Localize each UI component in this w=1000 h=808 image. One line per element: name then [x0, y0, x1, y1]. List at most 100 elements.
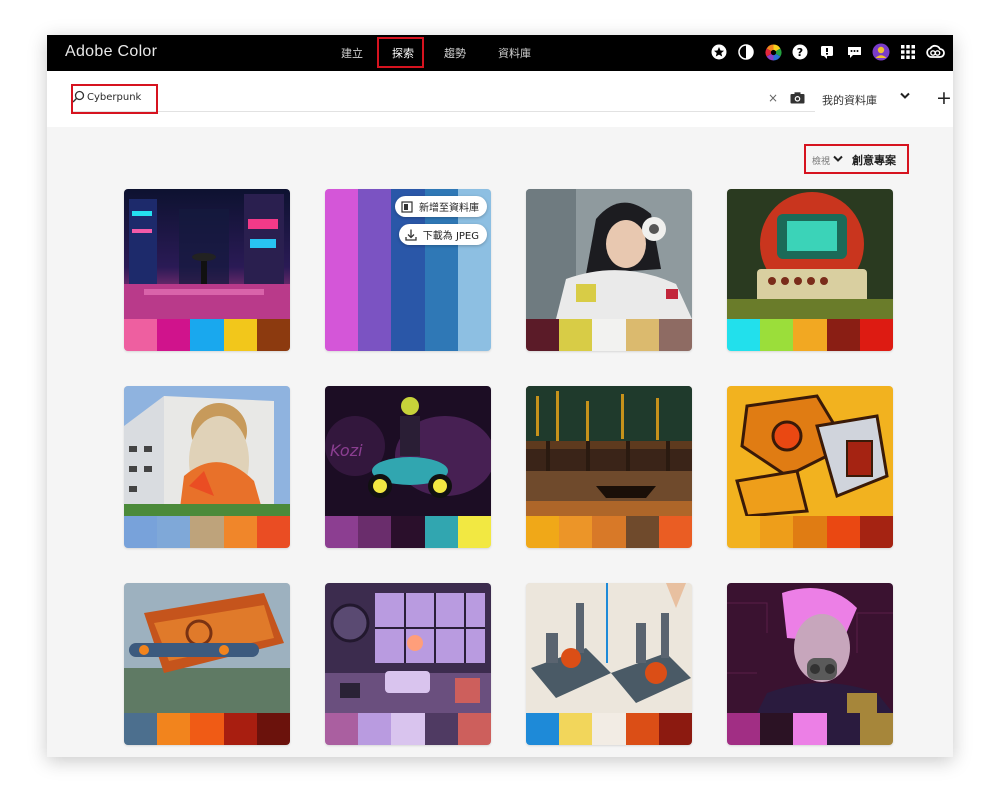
theme-card[interactable] [727, 189, 893, 351]
color-swatch-2[interactable] [760, 713, 794, 745]
color-swatch-5[interactable] [256, 713, 290, 745]
theme-card-hovered[interactable]: 新增至資料庫 下載為 JPEG [325, 189, 491, 351]
color-swatch-4[interactable] [625, 713, 659, 745]
color-swatch-3[interactable] [190, 516, 224, 548]
theme-image [124, 189, 290, 319]
chevron-down-icon[interactable] [900, 92, 910, 100]
color-swatch-2[interactable] [559, 319, 593, 351]
nav-tab-create[interactable]: 建立 [341, 45, 363, 61]
color-swatch-5[interactable] [859, 516, 893, 548]
color-swatch-4[interactable] [625, 516, 659, 548]
color-swatch-5[interactable] [859, 319, 893, 351]
nav-tab-libraries[interactable]: 資料庫 [498, 45, 531, 61]
color-swatch-2[interactable] [760, 516, 794, 548]
color-swatch-3[interactable] [793, 713, 827, 745]
color-swatch-1[interactable] [124, 516, 158, 548]
download-jpeg-button[interactable]: 下載為 JPEG [398, 224, 487, 245]
theme-card[interactable] [526, 386, 692, 548]
color-swatch-2[interactable] [559, 516, 593, 548]
sort-highlight [804, 144, 909, 174]
theme-image [325, 583, 491, 713]
color-swatch-3[interactable] [592, 713, 626, 745]
theme-card[interactable] [727, 583, 893, 745]
search-input[interactable]: Cyberpunk [72, 85, 815, 112]
color-swatch-4[interactable] [424, 516, 458, 548]
color-swatch-4[interactable] [826, 713, 860, 745]
color-swatch-5[interactable] [457, 516, 491, 548]
top-navigation-bar: Adobe Color 建立 探索 趨勢 資料庫 ? [47, 35, 953, 71]
app-grid-icon[interactable] [898, 42, 918, 62]
color-swatch-1[interactable] [325, 516, 359, 548]
color-swatch-1[interactable] [526, 713, 560, 745]
creative-cloud-icon[interactable] [925, 42, 945, 62]
color-swatch-3[interactable] [190, 713, 224, 745]
color-swatch-1[interactable] [526, 516, 560, 548]
color-swatch-3[interactable] [190, 319, 224, 351]
clear-search-button[interactable]: × [768, 91, 778, 105]
theme-card[interactable] [727, 386, 893, 548]
color-swatch-4[interactable] [826, 516, 860, 548]
theme-image [526, 189, 692, 319]
color-swatch-4[interactable] [625, 319, 659, 351]
color-swatch-2[interactable] [358, 516, 392, 548]
color-swatch-2[interactable] [358, 189, 392, 351]
theme-image [124, 583, 290, 713]
color-swatch-3[interactable] [793, 319, 827, 351]
color-swatch-1[interactable] [325, 713, 359, 745]
color-swatch-2[interactable] [157, 713, 191, 745]
add-button[interactable]: + [936, 87, 952, 109]
color-swatch-2[interactable] [760, 319, 794, 351]
color-swatch-5[interactable] [658, 713, 692, 745]
color-swatch-3[interactable] [793, 516, 827, 548]
theme-card[interactable] [325, 583, 491, 745]
color-swatch-3[interactable] [391, 516, 425, 548]
color-swatch-1[interactable] [526, 319, 560, 351]
color-swatch-5[interactable] [859, 713, 893, 745]
color-swatch-3[interactable] [391, 713, 425, 745]
color-swatch-4[interactable] [223, 319, 257, 351]
help-icon[interactable]: ? [790, 42, 810, 62]
contrast-icon[interactable] [736, 42, 756, 62]
theme-card[interactable] [124, 386, 290, 548]
color-swatch-5[interactable] [256, 516, 290, 548]
alert-icon[interactable] [817, 42, 837, 62]
color-wheel-icon[interactable] [763, 42, 783, 62]
nav-tab-trends[interactable]: 趨勢 [444, 45, 466, 61]
theme-card[interactable] [526, 583, 692, 745]
theme-card[interactable] [124, 189, 290, 351]
color-swatch-1[interactable] [727, 516, 761, 548]
color-swatch-5[interactable] [658, 516, 692, 548]
color-swatch-4[interactable] [826, 319, 860, 351]
camera-icon[interactable] [790, 92, 805, 104]
color-swatch-1[interactable] [124, 713, 158, 745]
color-swatch-2[interactable] [559, 713, 593, 745]
color-swatch-2[interactable] [157, 319, 191, 351]
color-swatch-2[interactable] [358, 713, 392, 745]
color-swatch-2[interactable] [157, 516, 191, 548]
chat-icon[interactable] [844, 42, 864, 62]
app-brand[interactable]: Adobe Color [65, 43, 157, 61]
star-circle-icon[interactable] [709, 42, 729, 62]
library-add-icon [401, 200, 413, 213]
color-swatch-1[interactable] [124, 319, 158, 351]
library-selector[interactable]: 我的資料庫 [822, 92, 877, 108]
svg-text:?: ? [797, 46, 803, 59]
color-swatch-5[interactable] [658, 319, 692, 351]
color-swatch-1[interactable] [727, 319, 761, 351]
color-swatch-4[interactable] [424, 713, 458, 745]
palette-swatches [727, 516, 893, 548]
theme-card[interactable]: Kozi [325, 386, 491, 548]
theme-card[interactable] [124, 583, 290, 745]
theme-card[interactable] [526, 189, 692, 351]
add-to-library-button[interactable]: 新增至資料庫 [395, 196, 487, 217]
color-swatch-4[interactable] [223, 516, 257, 548]
color-swatch-1[interactable] [325, 189, 359, 351]
color-swatch-4[interactable] [223, 713, 257, 745]
color-swatch-5[interactable] [256, 319, 290, 351]
palette-swatches [124, 713, 290, 745]
color-swatch-3[interactable] [592, 319, 626, 351]
color-swatch-1[interactable] [727, 713, 761, 745]
user-avatar-icon[interactable] [871, 42, 891, 62]
color-swatch-5[interactable] [457, 713, 491, 745]
color-swatch-3[interactable] [592, 516, 626, 548]
